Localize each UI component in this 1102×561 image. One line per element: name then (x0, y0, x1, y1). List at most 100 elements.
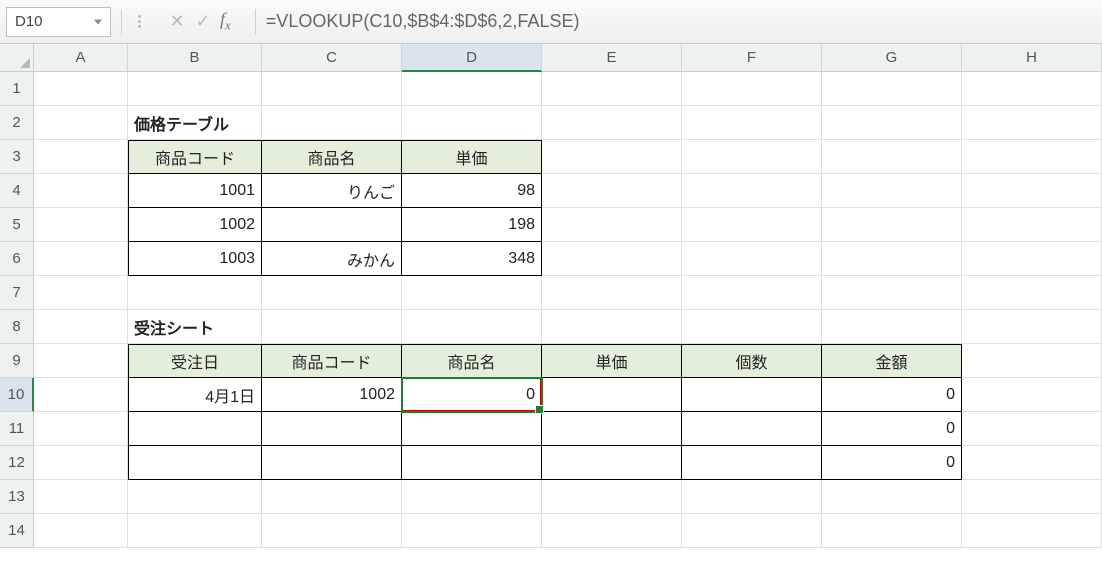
cell[interactable] (34, 480, 128, 514)
cell[interactable] (402, 412, 542, 446)
cell[interactable] (682, 208, 822, 242)
cell[interactable]: 1001 (128, 174, 262, 208)
cell[interactable] (128, 446, 262, 480)
cell[interactable] (962, 174, 1102, 208)
cell[interactable] (34, 106, 128, 140)
cell[interactable] (542, 412, 682, 446)
cell[interactable] (682, 140, 822, 174)
t2-h4[interactable]: 個数 (682, 344, 822, 378)
t2-h0[interactable]: 受注日 (128, 344, 262, 378)
cell[interactable] (128, 412, 262, 446)
cell[interactable] (262, 208, 402, 242)
cell[interactable] (822, 310, 962, 344)
cell[interactable] (542, 480, 682, 514)
cell[interactable] (34, 514, 128, 548)
cell[interactable] (542, 446, 682, 480)
cell[interactable] (128, 514, 262, 548)
row-header-6[interactable]: 6 (0, 242, 34, 276)
row-header-11[interactable]: 11 (0, 412, 34, 446)
cell[interactable] (34, 378, 128, 412)
cell[interactable]: 198 (402, 208, 542, 242)
cell[interactable] (34, 208, 128, 242)
cell[interactable] (542, 106, 682, 140)
cell[interactable] (962, 378, 1102, 412)
col-header-H[interactable]: H (962, 44, 1102, 72)
cell[interactable] (822, 208, 962, 242)
row-header-12[interactable]: 12 (0, 446, 34, 480)
cell[interactable] (542, 378, 682, 412)
cell[interactable] (402, 72, 542, 106)
cell[interactable] (682, 446, 822, 480)
spreadsheet-grid[interactable]: A B C D E F G H 1 2 価格テーブル 3 商品コード 商品名 単… (0, 44, 1102, 548)
cell[interactable]: 348 (402, 242, 542, 276)
cell[interactable] (962, 72, 1102, 106)
row-header-10[interactable]: 10 (0, 378, 34, 412)
t1-h1[interactable]: 商品名 (262, 140, 402, 174)
cell[interactable] (822, 106, 962, 140)
col-header-E[interactable]: E (542, 44, 682, 72)
cell[interactable] (262, 412, 402, 446)
cell[interactable] (822, 174, 962, 208)
cancel-icon[interactable]: ✕ (164, 11, 190, 32)
cell[interactable] (542, 242, 682, 276)
cell[interactable] (402, 480, 542, 514)
cell[interactable]: 4月1日 (128, 378, 262, 412)
select-all-corner[interactable] (0, 44, 34, 72)
cell[interactable] (682, 276, 822, 310)
cell[interactable] (962, 242, 1102, 276)
cell[interactable] (34, 412, 128, 446)
cell[interactable] (34, 446, 128, 480)
col-header-G[interactable]: G (822, 44, 962, 72)
cell[interactable] (682, 480, 822, 514)
cell[interactable]: 1002 (262, 378, 402, 412)
cell[interactable] (682, 412, 822, 446)
cell[interactable] (262, 72, 402, 106)
cell[interactable] (542, 208, 682, 242)
row-header-7[interactable]: 7 (0, 276, 34, 310)
t2-h1[interactable]: 商品コード (262, 344, 402, 378)
cell[interactable] (682, 310, 822, 344)
name-box[interactable]: D10 (6, 7, 111, 37)
cell[interactable] (962, 514, 1102, 548)
cell[interactable] (262, 514, 402, 548)
cell[interactable] (262, 106, 402, 140)
t2-h3[interactable]: 単価 (542, 344, 682, 378)
row-header-5[interactable]: 5 (0, 208, 34, 242)
cell[interactable] (402, 276, 542, 310)
cell[interactable] (962, 140, 1102, 174)
cell[interactable] (962, 208, 1102, 242)
cell[interactable] (34, 174, 128, 208)
row-header-8[interactable]: 8 (0, 310, 34, 344)
cell[interactable] (682, 242, 822, 276)
cell[interactable] (822, 140, 962, 174)
cell[interactable] (402, 514, 542, 548)
cell[interactable] (262, 480, 402, 514)
row-header-1[interactable]: 1 (0, 72, 34, 106)
col-header-F[interactable]: F (682, 44, 822, 72)
cell[interactable] (262, 446, 402, 480)
cell[interactable] (542, 276, 682, 310)
row-header-14[interactable]: 14 (0, 514, 34, 548)
cell[interactable] (402, 310, 542, 344)
cell[interactable] (822, 276, 962, 310)
cell[interactable] (822, 242, 962, 276)
table1-title[interactable]: 価格テーブル (128, 106, 262, 140)
row-header-13[interactable]: 13 (0, 480, 34, 514)
cell[interactable] (128, 276, 262, 310)
cell[interactable] (962, 446, 1102, 480)
col-header-D[interactable]: D (402, 44, 542, 72)
cell[interactable] (962, 276, 1102, 310)
cell[interactable] (34, 72, 128, 106)
t2-h2[interactable]: 商品名 (402, 344, 542, 378)
table2-title[interactable]: 受注シート (128, 310, 262, 344)
row-header-4[interactable]: 4 (0, 174, 34, 208)
cell[interactable] (262, 276, 402, 310)
cell[interactable] (962, 480, 1102, 514)
cell[interactable] (262, 310, 402, 344)
cell[interactable] (682, 378, 822, 412)
cell[interactable]: 1002 (128, 208, 262, 242)
cell[interactable] (962, 412, 1102, 446)
t1-h0[interactable]: 商品コード (128, 140, 262, 174)
cell[interactable] (34, 140, 128, 174)
cell[interactable] (128, 72, 262, 106)
